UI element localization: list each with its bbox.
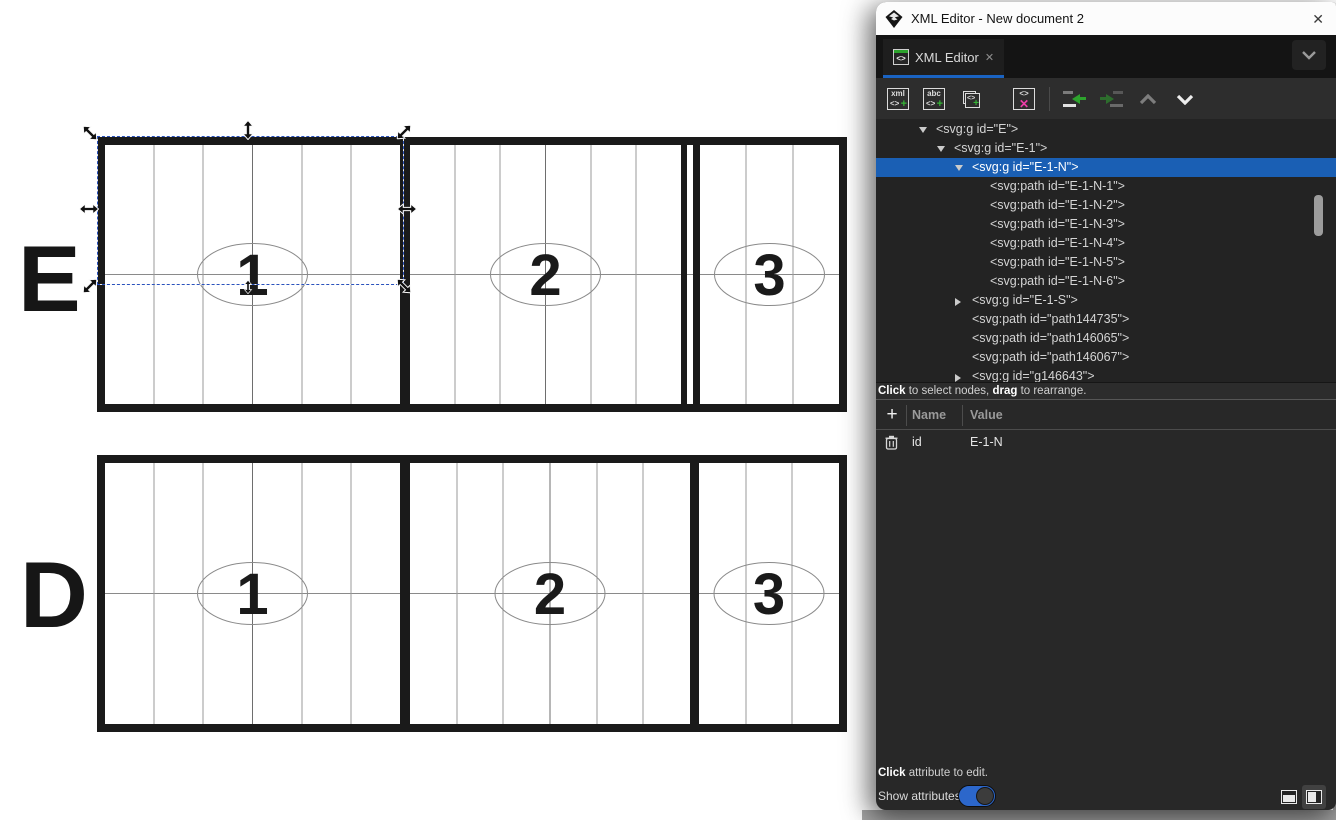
selection-handle-n[interactable] — [238, 120, 258, 140]
xml-node-tree[interactable]: <svg:g id="E"> <svg:g id="E-1"> <svg:g id=… — [876, 119, 1336, 382]
expander-open-icon[interactable] — [919, 127, 927, 133]
new-text-node-button[interactable]: abc<>+ — [920, 85, 948, 113]
window-behind-strip — [862, 810, 1336, 820]
row-label-D[interactable]: D — [20, 548, 86, 642]
xml-node-text: <svg:path id="E-1-N-5"> — [990, 255, 1125, 269]
move-node-up-button[interactable] — [1134, 85, 1162, 113]
xml-node-text: <svg:g id="g146643"> — [972, 369, 1095, 382]
section-number[interactable]: 2 — [529, 243, 561, 308]
row-label-E[interactable]: E — [18, 232, 79, 326]
indent-node-button[interactable] — [1097, 85, 1125, 113]
section-number[interactable]: 1 — [236, 243, 268, 308]
selection-handle-w[interactable] — [79, 199, 99, 219]
horizontal-split-icon — [1281, 790, 1297, 804]
row-D-grid[interactable]: 1 2 3 — [105, 463, 839, 724]
xml-tree-node[interactable]: <svg:path id="E-1-N-2"> — [876, 196, 1336, 215]
layout-horizontal-button[interactable] — [1277, 785, 1301, 809]
xml-tree-node[interactable]: <svg:path id="path146067"> — [876, 348, 1336, 367]
xml-editor-tab-icon: <> — [893, 49, 909, 65]
attr-value-header: Value — [970, 408, 1003, 422]
xml-tree-node[interactable]: <svg:g id="g146643"> — [876, 367, 1336, 382]
chevron-down-icon — [1301, 50, 1317, 60]
row-E-frame[interactable]: 1 2 3 — [97, 137, 847, 412]
xml-node-text: <svg:g id="E-1-N"> — [972, 160, 1079, 174]
selection-handle-s[interactable] — [241, 280, 255, 294]
delete-attribute-icon[interactable] — [885, 435, 898, 453]
move-node-down-button[interactable] — [1171, 85, 1199, 113]
xml-node-text: <svg:path id="path146067"> — [972, 350, 1129, 364]
section-number[interactable]: 3 — [753, 562, 785, 627]
expander-closed-icon[interactable] — [955, 374, 961, 382]
expander-open-icon[interactable] — [955, 165, 963, 171]
xml-tree-node[interactable]: <svg:g id="E-1-N"> — [876, 158, 1336, 177]
xml-toolbar: xml<>+ abc<>+ <>+ <>✕ — [876, 78, 1336, 119]
tree-scrollbar-thumb[interactable] — [1314, 195, 1323, 236]
attribute-name[interactable]: id — [912, 435, 922, 449]
xml-tree-node[interactable]: <svg:g id="E-1-S"> — [876, 291, 1336, 310]
xml-tree-node[interactable]: <svg:g id="E-1"> — [876, 139, 1336, 158]
xml-tree-node[interactable]: <svg:g id="E"> — [876, 120, 1336, 139]
xml-node-text: <svg:path id="E-1-N-1"> — [990, 179, 1125, 193]
attributes-header: + Name Value — [876, 399, 1336, 430]
tab-xml-editor[interactable]: <> XML Editor ✕ — [883, 39, 1004, 75]
dialog-titlebar[interactable]: XML Editor - New document 2 ✕ — [876, 2, 1336, 35]
xml-tree-node[interactable]: <svg:path id="E-1-N-1"> — [876, 177, 1336, 196]
toggle-knob — [976, 787, 994, 805]
chevron-down-icon — [1176, 94, 1194, 105]
attr-name-header: Name — [912, 408, 946, 422]
duplicate-node-button[interactable]: <>+ — [957, 85, 985, 113]
expander-open-icon[interactable] — [937, 146, 945, 152]
xml-tree-node[interactable]: <svg:path id="E-1-N-6"> — [876, 272, 1336, 291]
tab-label: XML Editor — [915, 50, 979, 65]
xml-node-text: <svg:path id="E-1-N-6"> — [990, 274, 1125, 288]
inkscape-logo-icon — [885, 10, 903, 28]
layout-vertical-button[interactable] — [1302, 785, 1326, 809]
xml-node-text: <svg:path id="path146065"> — [972, 331, 1129, 345]
row-D-frame[interactable]: 1 2 3 — [97, 455, 847, 732]
xml-editor-dialog: XML Editor - New document 2 ✕ <> XML Edi… — [876, 2, 1336, 810]
row-E-grid[interactable]: 1 2 3 — [105, 145, 839, 404]
xml-node-text: <svg:path id="path144735"> — [972, 312, 1129, 326]
expander-closed-icon[interactable] — [955, 298, 961, 306]
show-attributes-toggle[interactable] — [958, 785, 996, 807]
tab-list-dropdown-button[interactable] — [1292, 40, 1326, 70]
xml-tree-node[interactable]: <svg:path id="path146065"> — [876, 329, 1336, 348]
section-number[interactable]: 2 — [534, 562, 566, 627]
xml-tree-node[interactable]: <svg:path id="E-1-N-4"> — [876, 234, 1336, 253]
selection-handle-e[interactable] — [397, 199, 417, 219]
inkscape-canvas[interactable]: E 1 2 3 D — [0, 0, 1336, 820]
tree-hint: Click to select nodes, drag to rearrange… — [876, 382, 1336, 399]
toolbar-separator — [1049, 87, 1050, 111]
attribute-row[interactable]: id E-1-N — [876, 430, 1336, 456]
xml-tree-node[interactable]: <svg:path id="path144735"> — [876, 310, 1336, 329]
vertical-split-icon — [1306, 790, 1322, 804]
unindent-node-button[interactable] — [1061, 85, 1089, 113]
section-number[interactable]: 1 — [236, 562, 268, 627]
xml-node-text: <svg:g id="E-1-S"> — [972, 293, 1078, 307]
tab-close-icon[interactable]: ✕ — [985, 51, 994, 64]
dialog-close-icon[interactable]: ✕ — [1312, 12, 1324, 26]
xml-node-text: <svg:path id="E-1-N-3"> — [990, 217, 1125, 231]
xml-node-text: <svg:path id="E-1-N-4"> — [990, 236, 1125, 250]
section-number[interactable]: 3 — [753, 243, 785, 308]
xml-node-text: <svg:path id="E-1-N-2"> — [990, 198, 1125, 212]
delete-node-button[interactable]: <>✕ — [1010, 85, 1038, 113]
new-element-node-button[interactable]: xml<>+ — [884, 85, 912, 113]
xml-node-text: <svg:g id="E-1"> — [954, 141, 1047, 155]
add-attribute-button[interactable]: + — [880, 403, 904, 427]
dialog-tabstrip: <> XML Editor ✕ — [876, 35, 1336, 78]
attribute-value[interactable]: E-1-N — [970, 435, 1003, 449]
attribute-hint: Click attribute to edit. — [876, 765, 1336, 781]
xml-tree-node[interactable]: <svg:path id="E-1-N-3"> — [876, 215, 1336, 234]
show-attributes-label: Show attributes — [878, 789, 961, 803]
xml-node-text: <svg:g id="E"> — [936, 122, 1018, 136]
chevron-up-icon — [1139, 94, 1157, 105]
xml-tree-node[interactable]: <svg:path id="E-1-N-5"> — [876, 253, 1336, 272]
dialog-title: XML Editor - New document 2 — [911, 11, 1312, 26]
